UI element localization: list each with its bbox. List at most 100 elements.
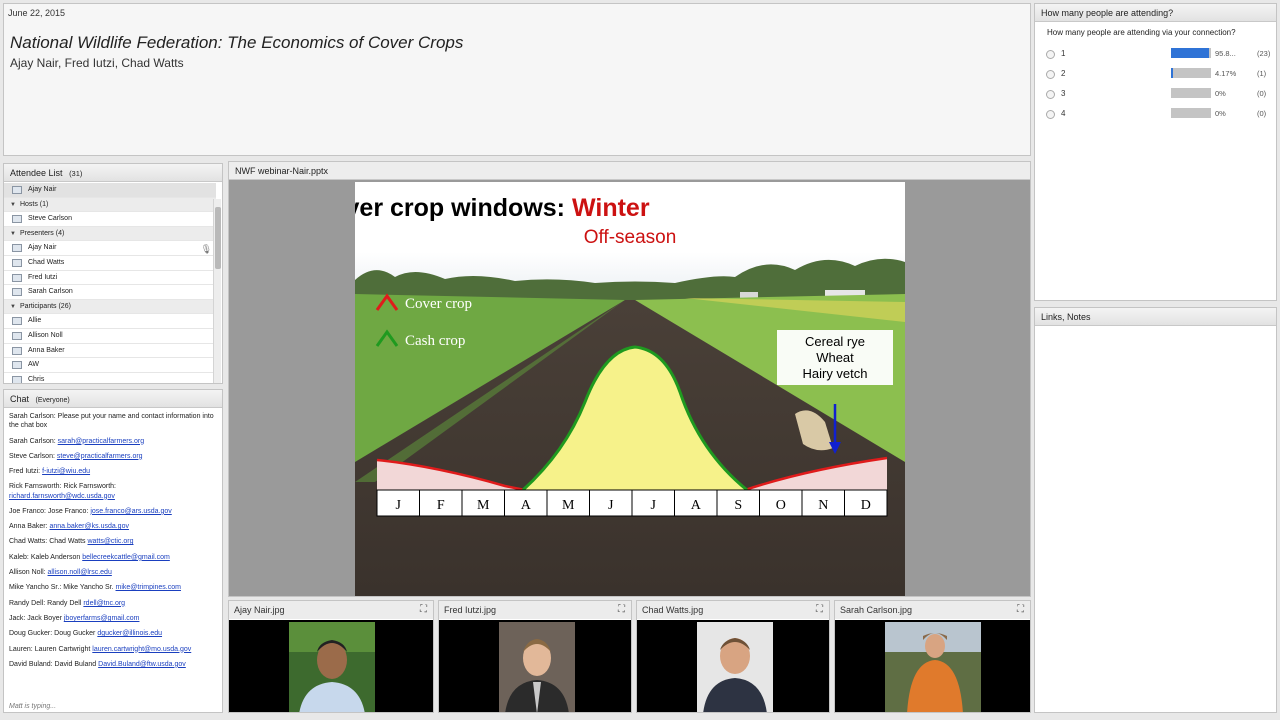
chat-pod: Chat (Everyone) Sarah Carlson: Please pu… bbox=[3, 389, 223, 713]
collapse-triangle-icon[interactable]: ▼ bbox=[10, 300, 16, 315]
month-label: M bbox=[562, 498, 575, 513]
poll-option[interactable]: 4 0% (0) bbox=[1035, 106, 1276, 126]
chat-sender: Sarah Carlson: bbox=[9, 437, 56, 445]
chat-link[interactable]: mike@trimpines.com bbox=[116, 584, 181, 591]
poll-result-fill bbox=[1171, 68, 1173, 78]
attendee-row[interactable]: Sarah Carlson bbox=[4, 285, 216, 300]
fullscreen-icon[interactable]: ⛶ bbox=[618, 601, 625, 619]
chat-link[interactable]: anna.baker@ks.usda.gov bbox=[49, 523, 129, 530]
poll-result-bar bbox=[1171, 108, 1211, 118]
hosts-group[interactable]: ▼ Hosts (1) bbox=[4, 197, 216, 213]
collapse-triangle-icon[interactable]: ▼ bbox=[10, 198, 16, 213]
chat-link[interactable]: lauren.cartwright@mo.usda.gov bbox=[92, 646, 191, 653]
poll-result-bar bbox=[1171, 68, 1211, 78]
attendee-row[interactable]: Anna Baker bbox=[4, 344, 216, 359]
crop-wheat: Wheat bbox=[816, 350, 854, 365]
chat-text: Randy Dell bbox=[47, 599, 82, 607]
chat-link[interactable]: jboyerfarms@gmail.com bbox=[64, 615, 140, 622]
poll-radio[interactable] bbox=[1046, 50, 1055, 59]
chat-message: David Buland: David Buland David.Buland@… bbox=[9, 660, 217, 669]
attendee-row[interactable]: Chad Watts bbox=[4, 256, 216, 271]
slide-heading: Cover crop windows: bbox=[355, 194, 565, 222]
video-pod-sarah: Sarah Carlson.jpg ⛶ bbox=[834, 600, 1031, 713]
chat-message: Steve Carlson: steve@practicalfarmers.or… bbox=[9, 452, 217, 461]
chat-message: Chad Watts: Chad Watts watts@ctic.org bbox=[9, 537, 217, 546]
attendee-row[interactable]: Chris bbox=[4, 373, 216, 383]
chat-text: Jose Franco: bbox=[47, 507, 89, 515]
presenters-group[interactable]: ▼ Presenters (4) bbox=[4, 226, 216, 242]
attendee-name: Ajay Nair bbox=[28, 186, 57, 193]
fullscreen-icon[interactable]: ⛶ bbox=[420, 601, 427, 619]
video-title: Fred Iutzi.jpg bbox=[444, 605, 497, 615]
attendee-list[interactable]: Ajay Nair ▼ Hosts (1) Steve Carlson ▼ Present… bbox=[4, 183, 216, 383]
chat-link[interactable]: jose.franco@ars.usda.gov bbox=[90, 508, 171, 515]
attendee-name: Chad Watts bbox=[28, 258, 65, 266]
attendee-row[interactable]: Ajay Nair 🎙 bbox=[4, 241, 216, 256]
video-pod-ajay: Ajay Nair.jpg ⛶ bbox=[228, 600, 434, 713]
slide-heading-accent: Winter bbox=[572, 194, 650, 222]
participants-group[interactable]: ▼ Participants (26) bbox=[4, 299, 216, 315]
attendee-name: Anna Baker bbox=[28, 346, 65, 354]
month-label: J bbox=[651, 498, 657, 513]
poll-radio[interactable] bbox=[1046, 90, 1055, 99]
chat-message: Lauren: Lauren Cartwright lauren.cartwri… bbox=[9, 645, 217, 654]
video-frame bbox=[835, 620, 1030, 712]
fullscreen-icon[interactable]: ⛶ bbox=[1017, 601, 1024, 619]
fullscreen-icon[interactable]: ⛶ bbox=[816, 601, 823, 619]
chat-title: Chat bbox=[10, 394, 30, 404]
poll-result-bar bbox=[1171, 48, 1211, 58]
chat-link[interactable]: steve@practicalfarmers.org bbox=[57, 453, 143, 460]
month-label: O bbox=[776, 498, 786, 513]
poll-option[interactable]: 3 0% (0) bbox=[1035, 86, 1276, 106]
chat-sender: Allison Noll: bbox=[9, 569, 46, 577]
chat-link[interactable]: sarah@practicalfarmers.org bbox=[58, 438, 144, 445]
chat-link[interactable]: allison.noll@lrsc.edu bbox=[48, 569, 112, 576]
attendee-row[interactable]: Allison Noll bbox=[4, 329, 216, 344]
group-label: Hosts (1) bbox=[19, 200, 49, 208]
chat-text: Rick Farnsworth: bbox=[63, 483, 116, 491]
poll-radio[interactable] bbox=[1046, 110, 1055, 119]
poll-pod: How many people are attending? How many … bbox=[1034, 3, 1277, 301]
poll-percent: 0% bbox=[1215, 89, 1226, 98]
chat-link[interactable]: f-iutzi@wiu.edu bbox=[42, 468, 90, 475]
user-icon bbox=[12, 346, 22, 355]
poll-option-label: 1 bbox=[1061, 49, 1066, 58]
video-frame bbox=[637, 620, 829, 712]
presenter-photo bbox=[697, 622, 773, 712]
group-label: Participants (26) bbox=[19, 302, 71, 310]
chat-link[interactable]: dgucker@illinois.edu bbox=[97, 630, 162, 637]
user-icon bbox=[12, 317, 22, 326]
typing-indicator: Matt is typing... bbox=[9, 703, 57, 710]
poll-option[interactable]: 1 95.8... (23) bbox=[1035, 46, 1276, 66]
attendee-count: (31) bbox=[69, 169, 83, 178]
chat-scope[interactable]: (Everyone) bbox=[36, 397, 70, 404]
chat-link[interactable]: watts@ctic.org bbox=[87, 538, 133, 545]
attendee-row[interactable]: Fred Iutzi bbox=[4, 271, 216, 286]
poll-radio[interactable] bbox=[1046, 70, 1055, 79]
chat-link[interactable]: David.Buland@ftw.usda.gov bbox=[98, 661, 186, 668]
chat-link[interactable]: bellecreekcattle@gmail.com bbox=[82, 554, 170, 561]
attendee-row[interactable]: AW bbox=[4, 358, 216, 373]
video-pod-fred: Fred Iutzi.jpg ⛶ bbox=[438, 600, 632, 713]
poll-count: (1) bbox=[1257, 69, 1267, 78]
current-user-row[interactable]: Ajay Nair bbox=[4, 183, 216, 198]
chat-messages: Sarah Carlson: Please put your name and … bbox=[4, 408, 222, 669]
video-frame bbox=[439, 620, 631, 712]
legend-cash-crop: Cash crop bbox=[405, 333, 465, 349]
attendee-list-header: Attendee List (31) bbox=[4, 164, 222, 182]
attendee-row[interactable]: Steve Carlson bbox=[4, 212, 216, 227]
crop-hairy-vetch: Hairy vetch bbox=[802, 366, 867, 381]
presentation-slide: Cover crop windows: Winter Off-season Co… bbox=[355, 182, 905, 596]
attendee-name: AW bbox=[28, 361, 40, 369]
chat-link[interactable]: rdell@tnc.org bbox=[83, 600, 125, 607]
chat-sender: Chad Watts: bbox=[9, 538, 48, 546]
poll-percent: 95.8... bbox=[1215, 49, 1236, 58]
chat-link[interactable]: richard.farnsworth@wdc.usda.gov bbox=[9, 493, 115, 500]
scrollbar-thumb[interactable] bbox=[215, 207, 221, 269]
collapse-triangle-icon[interactable]: ▼ bbox=[10, 227, 16, 242]
attendee-row[interactable]: Allie bbox=[4, 314, 216, 329]
poll-option[interactable]: 2 4.17% (1) bbox=[1035, 66, 1276, 86]
video-title-bar: Chad Watts.jpg ⛶ bbox=[637, 601, 829, 619]
video-title: Chad Watts.jpg bbox=[642, 605, 704, 615]
attendee-scrollbar[interactable] bbox=[213, 199, 221, 383]
